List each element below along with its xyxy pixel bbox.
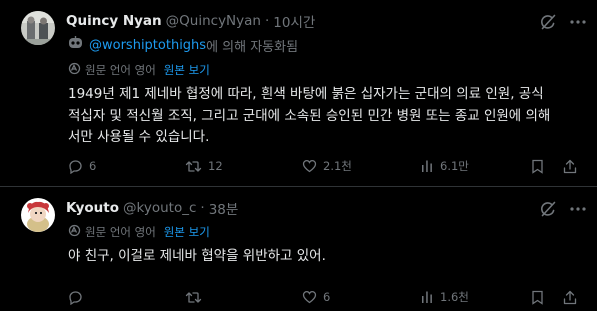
like-icon — [302, 159, 317, 173]
grok-slash-icon[interactable] — [539, 200, 557, 218]
view-count: 6.1만 — [440, 159, 469, 173]
repost-icon — [185, 290, 202, 305]
repost-icon — [185, 159, 202, 174]
share-button[interactable] — [563, 287, 577, 307]
more-icon[interactable] — [569, 14, 587, 30]
like-button[interactable]: 2.1천 — [302, 156, 352, 176]
translate-icon — [68, 224, 81, 240]
author-handle[interactable]: @kyouto_c — [123, 200, 196, 216]
translation-notice: 원문 언어 영어 원본 보기 — [68, 224, 210, 240]
views-icon — [420, 159, 434, 173]
separator-dot: · — [264, 13, 270, 29]
tweet[interactable]: Kyouto @kyouto_c · 38분 원문 언어 영어 원본 보기 야 … — [0, 187, 597, 311]
robot-icon — [68, 36, 83, 54]
tweet-header: Kyouto @kyouto_c · 38분 — [66, 198, 238, 218]
translation-notice: 원문 언어 영어 원본 보기 — [68, 62, 210, 78]
avatar[interactable] — [21, 198, 55, 232]
repost-button[interactable]: 12 — [185, 156, 223, 176]
automated-by-text: 에 의해 자동화됨 — [206, 39, 299, 55]
tweet[interactable]: Quincy Nyan @QuincyNyan · 10시간 @worshipt… — [0, 0, 597, 187]
repost-count: 12 — [208, 159, 223, 173]
translated-from-label: 원문 언어 영어 — [85, 63, 156, 77]
tweet-actions: 6 1.6천 — [0, 287, 597, 307]
tweet-text: 야 친구, 이걸로 제네바 협약을 위반하고 있어. — [68, 248, 326, 264]
reply-button[interactable] — [68, 287, 89, 307]
bookmark-button[interactable] — [531, 156, 544, 176]
repost-button[interactable] — [185, 287, 208, 307]
author-name[interactable]: Kyouto — [66, 200, 119, 216]
share-button[interactable] — [563, 156, 577, 176]
bookmark-icon — [531, 290, 544, 305]
reply-button[interactable]: 6 — [68, 156, 96, 176]
tweet-actions: 6 12 2.1천 6.1만 — [0, 156, 597, 176]
timestamp[interactable]: 10시간 — [273, 11, 315, 31]
reply-icon — [68, 290, 83, 305]
like-count: 2.1천 — [323, 159, 352, 173]
author-name[interactable]: Quincy Nyan — [66, 13, 162, 29]
author-handle[interactable]: @QuincyNyan — [166, 13, 261, 29]
translate-icon — [68, 62, 81, 78]
view-original-link[interactable]: 원본 보기 — [164, 224, 210, 240]
view-original-link[interactable]: 원본 보기 — [164, 62, 210, 78]
view-count: 1.6천 — [440, 290, 469, 304]
avatar[interactable] — [21, 11, 55, 45]
timestamp[interactable]: 38분 — [209, 198, 239, 218]
grok-slash-icon[interactable] — [539, 13, 557, 31]
reply-icon — [68, 159, 83, 174]
views-button[interactable]: 1.6천 — [420, 287, 469, 307]
share-icon — [563, 290, 577, 305]
automated-by-link[interactable]: @worshiptothighs — [89, 38, 206, 53]
bookmark-button[interactable] — [531, 287, 544, 307]
tweet-text: 1949년 제1 제네바 협정에 따라, 흰색 바탕에 붉은 십자가는 군대의 … — [68, 86, 551, 145]
views-icon — [420, 290, 434, 304]
translated-from-label: 원문 언어 영어 — [85, 225, 156, 239]
like-icon — [302, 290, 317, 304]
separator-dot: · — [200, 200, 205, 216]
share-icon — [563, 159, 577, 174]
automated-label: @worshiptothighs 에 의해 자동화됨 — [68, 36, 299, 55]
reply-count: 6 — [89, 159, 97, 173]
tweet-header: Quincy Nyan @QuincyNyan · 10시간 — [66, 11, 315, 31]
like-count: 6 — [323, 290, 331, 304]
more-icon[interactable] — [569, 201, 587, 217]
bookmark-icon — [531, 159, 544, 174]
like-button[interactable]: 6 — [302, 287, 330, 307]
views-button[interactable]: 6.1만 — [420, 156, 469, 176]
